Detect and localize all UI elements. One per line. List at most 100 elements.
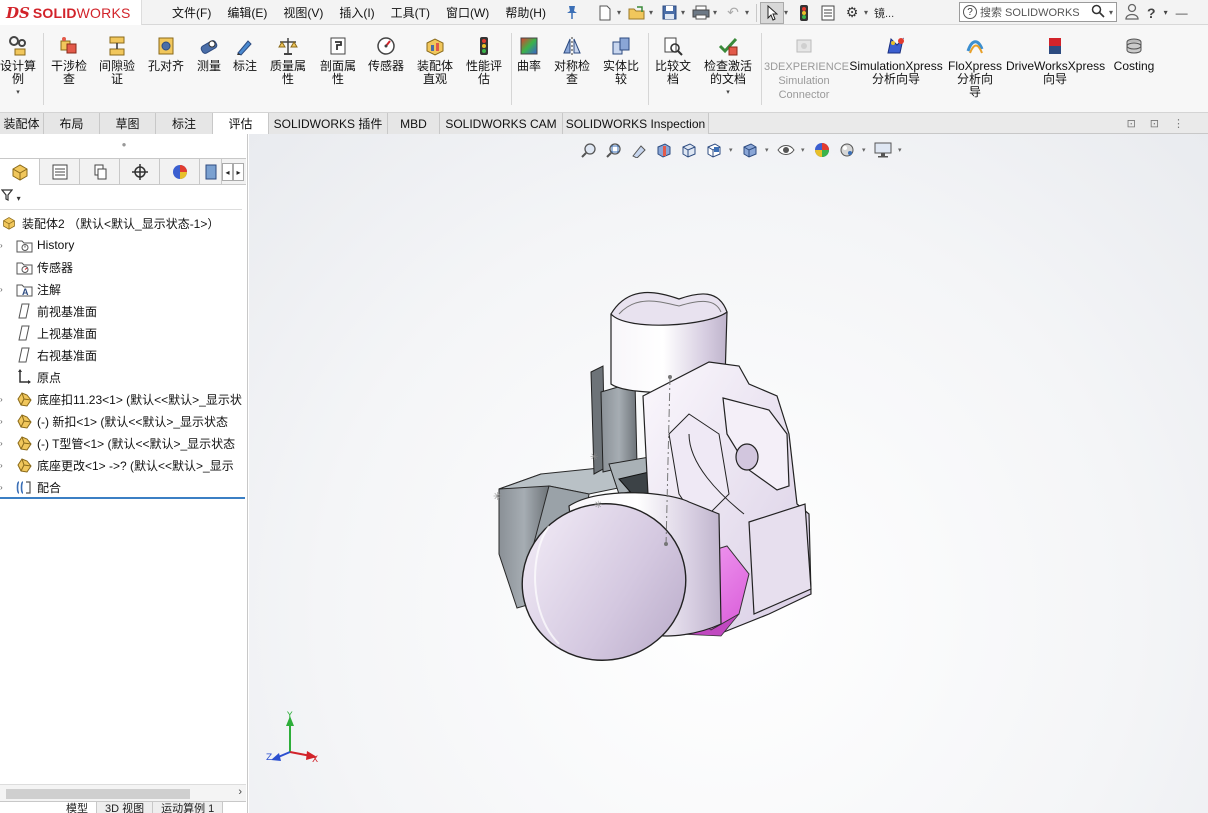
sensor-button[interactable]: 传感器: [363, 35, 409, 73]
print-icon[interactable]: [689, 2, 713, 24]
expand-arrow-icon[interactable]: ›: [0, 395, 6, 404]
pin-icon[interactable]: [565, 4, 579, 20]
tree-item-component-3[interactable]: › (-) T型管<1> (默认<<默认>_显示状态: [0, 432, 246, 454]
tree-item-annotations[interactable]: › A 注解: [0, 278, 246, 300]
user-account-icon[interactable]: [1125, 3, 1139, 23]
filter-dropdown-icon[interactable]: ▾: [17, 194, 21, 203]
menu-view[interactable]: 视图(V): [275, 4, 331, 21]
reference-triad[interactable]: Y X Z: [266, 711, 318, 765]
body-compare-button[interactable]: 实体比较: [598, 35, 644, 86]
file-properties-icon[interactable]: [816, 2, 840, 24]
expand-arrow-icon[interactable]: ›: [0, 483, 6, 492]
tab-solidworks-addins[interactable]: SOLIDWORKS 插件: [269, 113, 388, 134]
scroll-right-icon[interactable]: ›: [238, 786, 242, 798]
performance-evaluation-button[interactable]: 性能评估: [461, 35, 507, 86]
tree-item-component-1[interactable]: › 底座扣11.23<1> (默认<<默认>_显示状: [0, 388, 246, 410]
expand-arrow-icon[interactable]: ›: [0, 417, 6, 426]
markup-button[interactable]: 标注: [229, 35, 261, 73]
assembly-3d-model[interactable]: ✳ ✳ ✳ Y X Z: [249, 134, 1208, 813]
search-dropdown-icon[interactable]: ▾: [1109, 8, 1113, 17]
tree-horizontal-scrollbar[interactable]: ›: [0, 784, 246, 801]
driveworksxpress-button[interactable]: DriveWorksXpress 向导: [1006, 35, 1105, 86]
save-icon[interactable]: [657, 2, 681, 24]
section-properties-button[interactable]: 剖面属性: [315, 35, 361, 86]
featuremanager-tab[interactable]: [0, 159, 40, 185]
tab-motion-study[interactable]: 运动算例 1: [153, 802, 224, 813]
menu-file[interactable]: 文件(F): [164, 4, 219, 21]
select-dropdown-icon[interactable]: ▾: [784, 8, 792, 17]
design-study-button[interactable]: 设计算例 ▾: [0, 35, 38, 99]
cam-tab[interactable]: [200, 159, 222, 185]
tree-item-sensors[interactable]: 传感器: [0, 256, 246, 278]
tabs-scroll-right-icon[interactable]: ▸: [233, 163, 244, 181]
panel-grip-icon[interactable]: ●: [0, 140, 248, 149]
search-input[interactable]: 搜索 SOLIDWORKS: [980, 4, 1080, 20]
propertymanager-tab[interactable]: [40, 159, 80, 185]
floxpress-button[interactable]: FloXpress 分析向导: [946, 35, 1004, 99]
tree-item-origin[interactable]: 原点: [0, 366, 246, 388]
scrollbar-thumb[interactable]: [6, 789, 190, 799]
help-icon[interactable]: ?: [1147, 5, 1156, 21]
costing-button[interactable]: Costing: [1108, 35, 1160, 73]
options-dropdown-icon[interactable]: ▾: [864, 8, 872, 17]
curvature-button[interactable]: 曲率: [513, 35, 545, 73]
tab-solidworks-inspection[interactable]: SOLIDWORKS Inspection: [563, 113, 709, 134]
search-icon[interactable]: [1091, 4, 1105, 21]
menu-insert[interactable]: 插入(I): [331, 4, 382, 21]
tab-sketch[interactable]: 草图: [100, 113, 156, 134]
tab-solidworks-cam[interactable]: SOLIDWORKS CAM: [440, 113, 563, 134]
3dexperience-simulation-connector-button[interactable]: 3DEXPERIENCE Simulation Connector: [764, 35, 849, 102]
collapse-left-icon[interactable]: ⊡: [1127, 117, 1136, 130]
check-active-document-button[interactable]: 检查激活 的文档 ▾: [700, 35, 756, 99]
mass-properties-button[interactable]: 质量属性: [265, 35, 311, 86]
tree-item-component-4[interactable]: › 底座更改<1> ->? (默认<<默认>_显示: [0, 454, 246, 476]
tab-assembly[interactable]: 装配体: [0, 113, 44, 134]
tab-model[interactable]: 模型: [0, 802, 97, 813]
interference-check-button[interactable]: 干涉检查: [47, 35, 91, 86]
menu-help[interactable]: 帮助(H): [497, 4, 554, 21]
measure-button[interactable]: 测量: [193, 35, 225, 73]
expand-arrow-icon[interactable]: ›: [0, 241, 6, 250]
undo-dropdown-icon[interactable]: ▾: [745, 8, 753, 17]
toolbar-overflow-label[interactable]: 镜...: [874, 5, 894, 21]
expand-arrow-icon[interactable]: ›: [0, 285, 6, 294]
tree-item-component-2[interactable]: › (-) 新扣<1> (默认<<默认>_显示状态: [0, 410, 246, 432]
rebuild-traffic-light-icon[interactable]: [792, 2, 816, 24]
save-dropdown-icon[interactable]: ▾: [681, 8, 689, 17]
open-dropdown-icon[interactable]: ▾: [649, 8, 657, 17]
design-study-dropdown-icon[interactable]: ▾: [0, 86, 38, 99]
hole-alignment-button[interactable]: 孔对齐: [143, 35, 189, 73]
tab-markup[interactable]: 标注: [156, 113, 213, 134]
tab-evaluate[interactable]: 评估: [213, 113, 269, 135]
menu-window[interactable]: 窗口(W): [438, 4, 497, 21]
minimize-icon[interactable]: —: [1176, 6, 1188, 20]
open-folder-icon[interactable]: [625, 2, 649, 24]
expand-arrow-icon[interactable]: ›: [0, 439, 6, 448]
tree-item-right-plane[interactable]: 右视基准面: [0, 344, 246, 366]
new-dropdown-icon[interactable]: ▾: [617, 8, 625, 17]
graphics-area[interactable]: ▾ ▾ ▾ ▾ ▾ ✳ ✳ ✳ Y X Z: [249, 134, 1208, 813]
symmetry-check-button[interactable]: 对称检查: [549, 35, 595, 86]
menu-tools[interactable]: 工具(T): [383, 4, 438, 21]
check-document-dropdown-icon[interactable]: ▾: [700, 86, 756, 99]
configurationmanager-tab[interactable]: [80, 159, 120, 185]
expand-arrow-icon[interactable]: ›: [0, 461, 6, 470]
tab-layout[interactable]: 布局: [44, 113, 100, 134]
more-options-icon[interactable]: ⋮: [1173, 117, 1184, 130]
tree-item-front-plane[interactable]: 前视基准面: [0, 300, 246, 322]
assembly-visualization-button[interactable]: 装配体 直观: [412, 35, 458, 86]
search-box[interactable]: ? 搜索 SOLIDWORKS ▾: [959, 2, 1117, 22]
tab-3d-views[interactable]: 3D 视图: [97, 802, 154, 813]
select-cursor-icon[interactable]: [760, 1, 784, 24]
tree-item-history[interactable]: › History: [0, 234, 246, 256]
tree-item-mates[interactable]: › 配合: [0, 476, 246, 498]
new-document-icon[interactable]: [593, 2, 617, 24]
tree-root-assembly[interactable]: 装配体2 （默认<默认_显示状态-1>）: [0, 212, 246, 234]
tab-mbd[interactable]: MBD: [388, 113, 440, 134]
clearance-verification-button[interactable]: 间隙验证: [95, 35, 139, 86]
options-gear-icon[interactable]: ⚙: [840, 2, 864, 24]
compare-documents-button[interactable]: 比较文档: [650, 35, 696, 86]
displaymanager-tab[interactable]: [160, 159, 200, 185]
undo-icon[interactable]: ↶: [721, 2, 745, 24]
print-dropdown-icon[interactable]: ▾: [713, 8, 721, 17]
